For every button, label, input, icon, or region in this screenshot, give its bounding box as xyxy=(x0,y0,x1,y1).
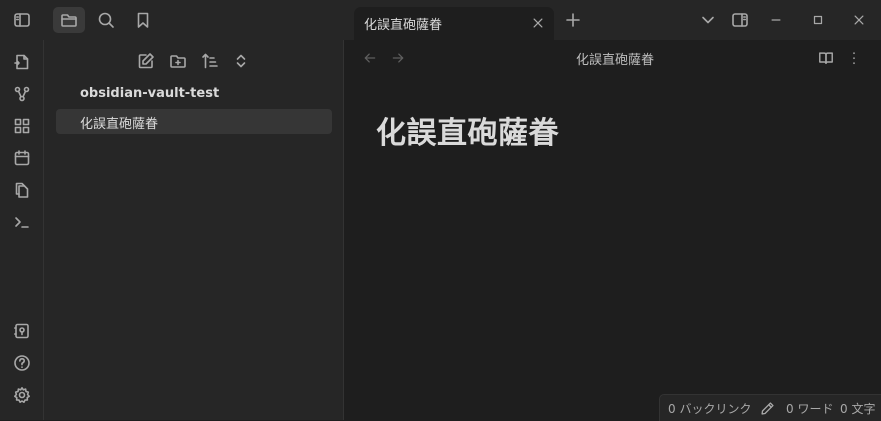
toggle-right-sidebar-icon[interactable] xyxy=(729,10,751,30)
command-palette-terminal-icon[interactable] xyxy=(11,211,33,233)
expand-collapse-chevrons-icon[interactable] xyxy=(230,50,252,72)
vault-name[interactable]: obsidian-vault-test xyxy=(80,86,219,101)
tab-active-note[interactable]: 化誤直砲薩眷 xyxy=(354,7,554,40)
close-window-icon[interactable] xyxy=(849,10,869,30)
new-tab-icon[interactable] xyxy=(562,10,584,30)
word-count: 0 ワード xyxy=(786,402,834,416)
vault-switcher-icon[interactable] xyxy=(11,320,33,342)
character-count: 0 文字 xyxy=(840,402,876,416)
maximize-window-icon[interactable] xyxy=(808,10,828,30)
help-icon[interactable] xyxy=(11,352,33,374)
new-folder-icon[interactable] xyxy=(167,50,189,72)
document-inline-title[interactable]: 化誤直砲薩眷 xyxy=(376,108,559,152)
calendar-icon[interactable] xyxy=(11,147,33,169)
view-header-title[interactable]: 化誤直砲薩眷 xyxy=(576,49,654,68)
graph-view-icon[interactable] xyxy=(11,83,33,105)
templates-copy-icon[interactable] xyxy=(11,179,33,201)
files-tab-folder-icon[interactable] xyxy=(53,7,85,33)
navigate-forward-arrow-icon[interactable] xyxy=(388,48,408,68)
editor-pane xyxy=(344,40,881,420)
tab-title: 化誤直砲薩眷 xyxy=(364,18,443,33)
minimize-window-icon[interactable] xyxy=(766,10,786,30)
bookmark-icon[interactable] xyxy=(132,10,154,30)
navigate-back-arrow-icon[interactable] xyxy=(360,48,380,68)
open-quick-switcher-icon[interactable] xyxy=(11,51,33,73)
status-bar: 0 バックリンク 0 ワード 0 文字 xyxy=(659,394,881,421)
new-note-icon[interactable] xyxy=(135,50,157,72)
file-item-label: 化誤直砲薩眷 xyxy=(80,117,159,132)
file-item[interactable]: 化誤直砲薩眷 xyxy=(56,109,332,134)
sort-order-icon[interactable] xyxy=(199,50,221,72)
backlinks-count[interactable]: 0 バックリンク xyxy=(668,400,751,417)
left-ribbon xyxy=(0,40,44,420)
search-icon[interactable] xyxy=(95,10,117,30)
canvas-icon[interactable] xyxy=(11,115,33,137)
title-bar: 化誤直砲薩眷 xyxy=(0,0,881,40)
close-tab-icon[interactable] xyxy=(528,13,548,33)
more-options-icon[interactable] xyxy=(844,48,864,68)
edit-mode-pencil-icon[interactable] xyxy=(758,399,776,417)
reading-view-book-icon[interactable] xyxy=(816,48,836,68)
settings-gear-icon[interactable] xyxy=(11,384,33,406)
tab-list-chevron-down-icon[interactable] xyxy=(698,10,718,30)
toggle-left-sidebar-icon[interactable] xyxy=(11,10,33,30)
